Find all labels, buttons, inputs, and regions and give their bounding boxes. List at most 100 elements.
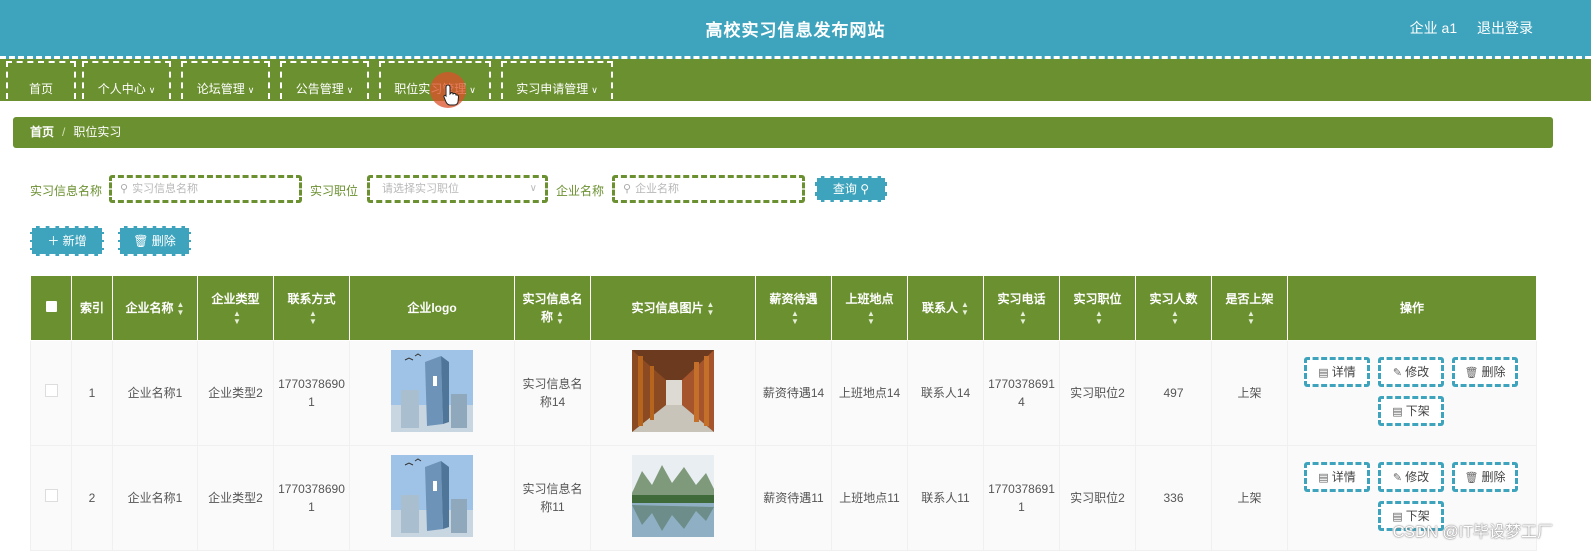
add-label: 新增: [62, 234, 87, 248]
nav-forum[interactable]: 论坛管理 ∨: [181, 61, 270, 99]
col-header[interactable]: 联系方式 ▲ ▼: [273, 275, 350, 341]
cell-status: 上架: [1211, 340, 1288, 446]
col-header[interactable]: 企业名称 ▲ ▼: [112, 275, 198, 341]
user-area: 企业 a1 退出登录: [1394, 18, 1533, 38]
top-header: 高校实习信息发布网站 企业 a1 退出登录: [0, 0, 1591, 59]
col-header[interactable]: 薪资待遇 ▲ ▼: [755, 275, 832, 341]
internship-picture-image: [632, 349, 714, 432]
cell-type: 企业类型2: [197, 340, 274, 446]
col-header[interactable]: 是否上架 ▲ ▼: [1211, 275, 1288, 341]
nav-notice[interactable]: 公告管理 ∨: [280, 61, 369, 99]
breadcrumb-home[interactable]: 首页: [30, 125, 54, 139]
query-button[interactable]: 查询 ⚲: [815, 176, 887, 202]
nav-personal-center[interactable]: 个人中心 ∨: [82, 61, 171, 99]
row-checkbox[interactable]: [30, 340, 72, 446]
nav-home[interactable]: 首页: [6, 61, 76, 99]
cell-count: 336: [1135, 445, 1212, 551]
query-label: 查询: [832, 182, 857, 196]
main-nav: 首页 个人中心∨ 论坛管理∨ 公告管理∨ 职位实习管理∨ 实习申请管理∨: [0, 59, 1591, 101]
col-header[interactable]: 实习信息图片 ▲ ▼: [590, 275, 756, 341]
plus-icon: ＋: [47, 234, 60, 248]
detail-button[interactable]: ▤ 详情: [1304, 357, 1370, 387]
breadcrumb: 首页 / 职位实习: [13, 117, 1553, 148]
cell-status: 上架: [1211, 445, 1288, 551]
col-header: 企业logo: [349, 275, 515, 341]
offshelf-button[interactable]: ▤ 下架: [1378, 396, 1444, 426]
chevron-down-icon: ∨: [529, 183, 537, 194]
col-header[interactable]: 实习职位 ▲ ▼: [1059, 275, 1136, 341]
company-name-input[interactable]: ⚲ 企业名称: [612, 175, 805, 203]
internship-table: 索引 企业名称 ▲ ▼ 企业类型 ▲ ▼ 联系方式 ▲ ▼ 企业logo 实习信息名称 ▲ ▼ …: [30, 275, 1537, 551]
col-header[interactable]: 企业类型 ▲ ▼: [197, 275, 274, 341]
cell-position: 实习职位2: [1059, 340, 1136, 446]
logout-link[interactable]: 退出登录: [1477, 20, 1533, 36]
cell-contact: 17703786901: [273, 445, 350, 551]
sort-icon: ▲ ▼: [867, 308, 875, 326]
cell-ops: ▤ 详情 ✎ 修改 🗑 删除 ▤ 下架: [1287, 340, 1537, 446]
col-header[interactable]: 上班地点 ▲ ▼: [831, 275, 908, 341]
search-icon: ⚲: [623, 183, 632, 195]
table-header-row: 索引 企业名称 ▲ ▼ 企业类型 ▲ ▼ 联系方式 ▲ ▼ 企业logo 实习信息名称 ▲ ▼ …: [30, 275, 1537, 341]
cell-title: 实习信息名称11: [514, 445, 591, 551]
pencil-icon: ✎: [1392, 367, 1403, 379]
chevron-down-icon: ∨: [346, 85, 354, 95]
col-header[interactable]: 实习电话 ▲ ▼: [983, 275, 1060, 341]
watermark: CSDN @IT毕设梦工厂: [1392, 524, 1553, 541]
chevron-down-icon: ∨: [591, 85, 598, 95]
delete-button[interactable]: 🗑 删除: [1452, 462, 1518, 492]
sort-icon: ▲ ▼: [176, 299, 185, 317]
table-row: 1 企业名称1 企业类型2 17703786901 实习信息名称14 薪资待遇1…: [30, 340, 1537, 446]
position-label: 实习职位: [310, 184, 359, 198]
internship-name-input[interactable]: ⚲ 实习信息名称: [109, 175, 302, 203]
input-placeholder: 企业名称: [635, 183, 680, 195]
document-icon: ▤: [1392, 406, 1403, 418]
col-header[interactable]: 实习信息名称 ▲ ▼: [514, 275, 591, 341]
cell-count: 497: [1135, 340, 1212, 446]
company-logo-image: [391, 454, 473, 537]
sort-icon: ▲ ▼: [1171, 308, 1179, 326]
cell-title: 实习信息名称14: [514, 340, 591, 446]
sort-icon: ▲ ▼: [1019, 308, 1027, 326]
select-placeholder: 请选择实习职位: [382, 183, 459, 195]
cell-logo: [349, 445, 515, 551]
cell-person: 联系人11: [907, 445, 984, 551]
row-checkbox[interactable]: [30, 445, 72, 551]
nav-label: 个人中心: [97, 82, 146, 96]
hand-cursor-icon: [443, 84, 459, 106]
col-header: 索引: [71, 275, 113, 341]
edit-button[interactable]: ✎ 修改: [1378, 462, 1444, 492]
chevron-down-icon: ∨: [148, 85, 156, 95]
select-all-checkbox[interactable]: [30, 275, 72, 341]
internship-picture-image: [632, 454, 714, 537]
row-actions: ▤ 详情 ✎ 修改 🗑 删除 ▤ 下架: [1292, 341, 1532, 445]
trash-icon: 🗑: [133, 234, 149, 248]
sort-icon: ▲ ▼: [556, 308, 564, 326]
search-icon: ⚲: [860, 182, 870, 196]
col-header[interactable]: 实习人数 ▲ ▼: [1135, 275, 1212, 341]
detail-button[interactable]: ▤ 详情: [1304, 462, 1370, 492]
cell-contact: 17703786901: [273, 340, 350, 446]
batch-delete-button[interactable]: 🗑 删除: [118, 226, 191, 256]
cell-index: 1: [71, 340, 113, 446]
trash-icon: 🗑: [1464, 472, 1479, 484]
col-header[interactable]: 联系人 ▲ ▼: [907, 275, 984, 341]
add-button[interactable]: ＋ 新增: [30, 226, 104, 256]
cell-logo: [349, 340, 515, 446]
col-header: 操作: [1287, 275, 1537, 341]
cell-type: 企业类型2: [197, 445, 274, 551]
sort-icon: ▲ ▼: [961, 299, 969, 317]
delete-label: 删除: [151, 234, 176, 248]
delete-button[interactable]: 🗑 删除: [1452, 357, 1518, 387]
document-icon: ▤: [1318, 472, 1329, 484]
nav-label: 论坛管理: [196, 82, 245, 96]
internship-name-label: 实习信息名称: [30, 184, 103, 198]
sort-icon: ▲ ▼: [1247, 308, 1255, 326]
sort-icon: ▲ ▼: [309, 308, 317, 326]
input-placeholder: 实习信息名称: [132, 183, 199, 195]
edit-button[interactable]: ✎ 修改: [1378, 357, 1444, 387]
document-icon: ▤: [1318, 367, 1329, 379]
cell-phone: 17703786911: [983, 445, 1060, 551]
position-select[interactable]: 请选择实习职位 ∨: [367, 175, 548, 203]
nav-internship-application[interactable]: 实习申请管理 ∨: [501, 61, 613, 99]
sort-icon: ▲ ▼: [706, 299, 715, 317]
